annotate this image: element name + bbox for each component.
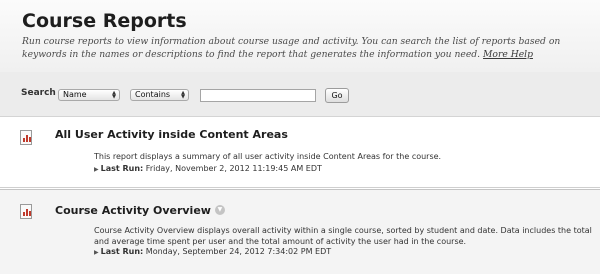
report-name-text: Course Activity Overview bbox=[55, 204, 211, 217]
report-icon-bar bbox=[23, 212, 25, 216]
report-icon-bar bbox=[23, 138, 25, 142]
more-help-link[interactable]: More Help bbox=[483, 49, 533, 60]
search-field-select-value: Name bbox=[63, 90, 87, 99]
report-icon-bar bbox=[29, 211, 31, 216]
last-run-value: Monday, September 24, 2012 7:34:02 PM ED… bbox=[145, 247, 332, 256]
report-name-link[interactable]: Course Activity Overview ▼ bbox=[55, 204, 225, 217]
search-input[interactable] bbox=[200, 89, 316, 102]
select-arrows-icon: ▲ ▼ bbox=[181, 90, 185, 100]
chevron-down-icon[interactable]: ▼ bbox=[214, 205, 225, 215]
report-last-run[interactable]: ▶ Last Run: Friday, November 2, 2012 11:1… bbox=[94, 164, 322, 173]
report-description: Course Activity Overview displays overal… bbox=[94, 226, 592, 246]
go-button[interactable]: Go bbox=[325, 88, 349, 103]
triangle-right-icon: ▶ bbox=[94, 166, 99, 173]
page-title: Course Reports bbox=[22, 10, 187, 32]
page-header: Course Reports Run course reports to vie… bbox=[0, 0, 600, 72]
last-run-label: Last Run: bbox=[100, 247, 144, 256]
report-chart-icon bbox=[20, 130, 32, 145]
report-icon-bar bbox=[29, 137, 31, 142]
report-last-run[interactable]: ▶ Last Run: Monday, September 24, 2012 7:… bbox=[94, 247, 331, 256]
page-description: Run course reports to view information a… bbox=[22, 35, 592, 61]
search-label: Search bbox=[21, 88, 56, 98]
search-operator-select[interactable]: Contains ▲ ▼ bbox=[130, 89, 189, 101]
search-operator-select-value: Contains bbox=[135, 90, 171, 99]
report-icon-bar bbox=[26, 135, 28, 142]
last-run-value: Friday, November 2, 2012 11:19:45 AM EDT bbox=[145, 164, 322, 173]
report-item: All User Activity inside Content Areas T… bbox=[0, 117, 600, 188]
report-description: This report displays a summary of all us… bbox=[94, 152, 442, 161]
last-run-label: Last Run: bbox=[100, 164, 144, 173]
select-arrows-icon: ▲ ▼ bbox=[112, 90, 116, 100]
triangle-right-icon: ▶ bbox=[94, 249, 99, 256]
search-field-select[interactable]: Name ▲ ▼ bbox=[58, 89, 120, 101]
report-name-link[interactable]: All User Activity inside Content Areas bbox=[55, 128, 288, 141]
report-item: Course Activity Overview ▼ Course Activit… bbox=[0, 189, 600, 274]
search-bar: Search Name ▲ ▼ Contains ▲ ▼ Go bbox=[0, 72, 600, 117]
report-icon-bar bbox=[26, 209, 28, 216]
report-chart-icon bbox=[20, 204, 32, 219]
page-description-text: Run course reports to view information a… bbox=[22, 36, 561, 60]
